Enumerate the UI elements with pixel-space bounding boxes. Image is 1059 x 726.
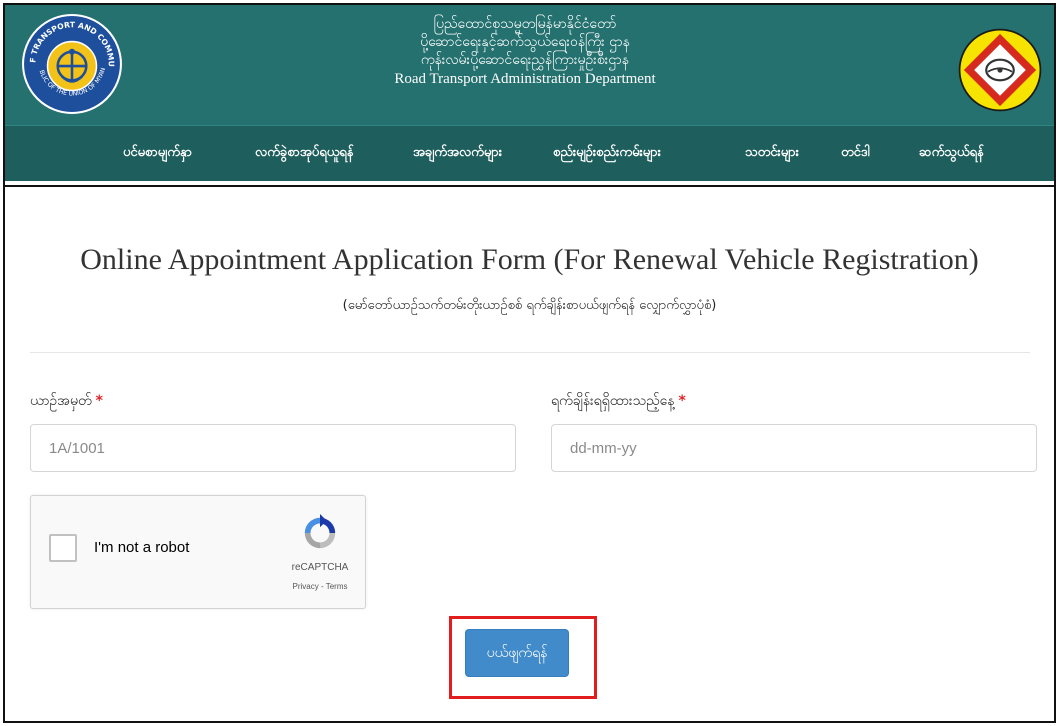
header-title-line-2: ပို့ဆောင်ရေးနှင့်ဆက်သွယ်ရေးဝန်ကြီး ဌာန — [420, 34, 630, 50]
nav-item-handbook[interactable]: လက်ခွဲစာအုပ်ရယူရန် — [255, 144, 354, 163]
form-subtitle: (မော်တော်ယာဉ်သက်တမ်းတိုးယာဉ်စစ် ရက်ချိန်… — [342, 298, 717, 313]
form-divider — [30, 352, 1030, 353]
recaptcha-checkbox[interactable] — [49, 534, 77, 562]
header-title-block: ပြည်ထောင်စုသမ္မတမြန်မာနိုင်ငံတော် ပို့ဆေ… — [305, 15, 745, 89]
nav-item-contact[interactable]: ဆက်သွယ်ရန် — [919, 144, 984, 163]
required-mark: * — [95, 393, 103, 409]
plate-number-input[interactable] — [30, 424, 516, 472]
nav-item-tender[interactable]: တင်ဒါ — [841, 144, 870, 163]
plate-number-label-text: ယာဉ်အမှတ် — [30, 393, 92, 409]
header-title-english: Road Transport Administration Department — [394, 71, 656, 87]
nav-item-information[interactable]: အချက်အလက်များ — [413, 144, 502, 163]
recaptcha-label: I'm not a robot — [94, 539, 190, 556]
recaptcha-icon — [304, 514, 336, 549]
site-header: MINISTRY OF TRANSPORT AND COMMUNICATIONS… — [5, 5, 1054, 125]
form-title: Online Appointment Application Form (For… — [80, 243, 979, 276]
appointment-date-label: ရက်ချိန်းရရှိထားသည့်နေ့ * — [551, 391, 686, 412]
recaptcha-widget: I'm not a robot reCAPTCHA Privacy - Term… — [30, 495, 366, 609]
main-navigation: ပင်မစာမျက်နှာ လက်ခွဲစာအုပ်ရယူရန် အချက်အလ… — [5, 125, 1054, 181]
page-frame: MINISTRY OF TRANSPORT AND COMMUNICATIONS… — [3, 3, 1056, 723]
appointment-date-input[interactable] — [551, 424, 1037, 472]
header-divider — [5, 182, 1054, 187]
appointment-date-label-text: ရက်ချိန်းရရှိထားသည့်နေ့ — [551, 393, 675, 409]
header-title-line-1: ပြည်ထောင်စုသမ္မတမြန်မာနိုင်ငံတော် — [433, 16, 617, 32]
ministry-seal-icon: MINISTRY OF TRANSPORT AND COMMUNICATIONS… — [21, 13, 122, 114]
recaptcha-privacy-terms[interactable]: Privacy - Terms — [277, 582, 363, 591]
plate-number-label: ယာဉ်အမှတ် * — [30, 391, 103, 412]
required-mark: * — [678, 393, 686, 409]
recaptcha-brand: reCAPTCHA — [291, 562, 349, 573]
steering-wheel-emblem-icon — [958, 28, 1042, 112]
cancel-appointment-button[interactable]: ပယ်ဖျက်ရန် — [465, 629, 569, 677]
header-title-line-3: ကုန်းလမ်းပို့ဆောင်ရေးညွှန်ကြားမှုဦးစီးဌာ… — [420, 52, 630, 68]
nav-item-news[interactable]: သတင်းများ — [745, 144, 799, 163]
nav-item-rules[interactable]: စည်းမျဉ်းစည်းကမ်းများ — [553, 144, 661, 163]
nav-item-home[interactable]: ပင်မစာမျက်နှာ — [123, 144, 192, 163]
